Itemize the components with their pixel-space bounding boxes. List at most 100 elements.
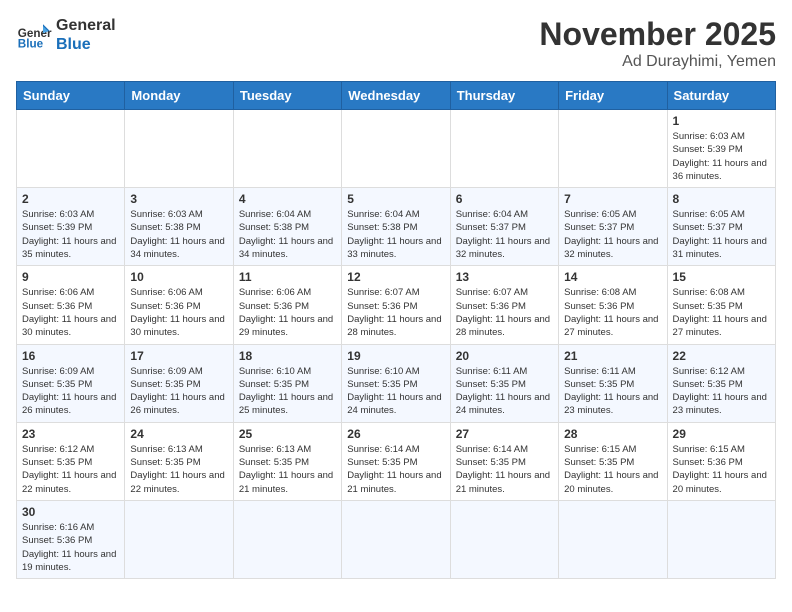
day-number: 23: [22, 427, 119, 441]
calendar-cell: 7 Sunrise: 6:05 AM Sunset: 5:37 PM Daylig…: [559, 188, 667, 266]
calendar-cell: 2 Sunrise: 6:03 AM Sunset: 5:39 PM Daylig…: [17, 188, 125, 266]
day-info: Sunrise: 6:12 AM Sunset: 5:35 PM Dayligh…: [673, 365, 770, 418]
calendar-cell: 21Sunrise: 6:11 AM Sunset: 5:35 PM Dayli…: [559, 344, 667, 422]
day-number: 6: [456, 192, 553, 206]
calendar-cell: 5 Sunrise: 6:04 AM Sunset: 5:38 PM Daylig…: [342, 188, 450, 266]
day-number: 22: [673, 349, 770, 363]
location-title: Ad Durayhimi, Yemen: [539, 53, 776, 71]
day-info: Sunrise: 6:03 AM Sunset: 5:39 PM Dayligh…: [673, 130, 770, 183]
day-number: 5: [347, 192, 444, 206]
calendar-header-row: SundayMondayTuesdayWednesdayThursdayFrid…: [17, 82, 776, 110]
day-number: 28: [564, 427, 661, 441]
day-info: Sunrise: 6:13 AM Sunset: 5:35 PM Dayligh…: [130, 443, 227, 496]
logo-icon: General Blue: [16, 17, 52, 53]
day-info: Sunrise: 6:03 AM Sunset: 5:39 PM Dayligh…: [22, 208, 119, 261]
day-number: 19: [347, 349, 444, 363]
calendar-cell: [125, 110, 233, 188]
logo-general: General: [56, 16, 116, 35]
day-info: Sunrise: 6:05 AM Sunset: 5:37 PM Dayligh…: [564, 208, 661, 261]
column-header-sunday: Sunday: [17, 82, 125, 110]
calendar-cell: [559, 110, 667, 188]
calendar-cell: 22 Sunrise: 6:12 AM Sunset: 5:35 PM Dayli…: [667, 344, 775, 422]
day-info: Sunrise: 6:04 AM Sunset: 5:38 PM Dayligh…: [239, 208, 336, 261]
day-info: Sunrise: 6:09 AM Sunset: 5:35 PM Dayligh…: [22, 365, 119, 418]
day-number: 30: [22, 505, 119, 519]
day-info: Sunrise: 6:15 AM Sunset: 5:35 PM Dayligh…: [564, 443, 661, 496]
calendar-cell: [125, 500, 233, 578]
day-number: 25: [239, 427, 336, 441]
calendar-cell: 16Sunrise: 6:09 AM Sunset: 5:35 PM Dayli…: [17, 344, 125, 422]
day-info: Sunrise: 6:13 AM Sunset: 5:35 PM Dayligh…: [239, 443, 336, 496]
day-number: 10: [130, 270, 227, 284]
day-info: Sunrise: 6:04 AM Sunset: 5:37 PM Dayligh…: [456, 208, 553, 261]
day-info: Sunrise: 6:05 AM Sunset: 5:37 PM Dayligh…: [673, 208, 770, 261]
calendar-cell: [233, 110, 341, 188]
day-info: Sunrise: 6:08 AM Sunset: 5:36 PM Dayligh…: [564, 286, 661, 339]
column-header-saturday: Saturday: [667, 82, 775, 110]
column-header-thursday: Thursday: [450, 82, 558, 110]
day-number: 17: [130, 349, 227, 363]
calendar-cell: 24 Sunrise: 6:13 AM Sunset: 5:35 PM Dayli…: [125, 422, 233, 500]
calendar-cell: [667, 500, 775, 578]
calendar-cell: 19 Sunrise: 6:10 AM Sunset: 5:35 PM Dayli…: [342, 344, 450, 422]
day-info: Sunrise: 6:10 AM Sunset: 5:35 PM Dayligh…: [347, 365, 444, 418]
day-number: 4: [239, 192, 336, 206]
calendar-week-row: 23 Sunrise: 6:12 AM Sunset: 5:35 PM Dayli…: [17, 422, 776, 500]
calendar-cell: [450, 110, 558, 188]
day-number: 24: [130, 427, 227, 441]
day-info: Sunrise: 6:16 AM Sunset: 5:36 PM Dayligh…: [22, 521, 119, 574]
day-number: 11: [239, 270, 336, 284]
column-header-wednesday: Wednesday: [342, 82, 450, 110]
calendar-cell: 29Sunrise: 6:15 AM Sunset: 5:36 PM Dayli…: [667, 422, 775, 500]
day-info: Sunrise: 6:06 AM Sunset: 5:36 PM Dayligh…: [22, 286, 119, 339]
logo-blue: Blue: [56, 35, 116, 54]
calendar-cell: 12Sunrise: 6:07 AM Sunset: 5:36 PM Dayli…: [342, 266, 450, 344]
day-number: 18: [239, 349, 336, 363]
calendar-cell: [342, 500, 450, 578]
svg-text:Blue: Blue: [18, 38, 44, 51]
calendar-week-row: 1 Sunrise: 6:03 AM Sunset: 5:39 PM Daylig…: [17, 110, 776, 188]
day-info: Sunrise: 6:06 AM Sunset: 5:36 PM Dayligh…: [239, 286, 336, 339]
calendar-cell: [342, 110, 450, 188]
page-header: General Blue General Blue November 2025 …: [16, 16, 776, 71]
day-number: 1: [673, 114, 770, 128]
day-info: Sunrise: 6:12 AM Sunset: 5:35 PM Dayligh…: [22, 443, 119, 496]
day-info: Sunrise: 6:11 AM Sunset: 5:35 PM Dayligh…: [564, 365, 661, 418]
calendar-cell: 11 Sunrise: 6:06 AM Sunset: 5:36 PM Dayli…: [233, 266, 341, 344]
day-info: Sunrise: 6:08 AM Sunset: 5:35 PM Dayligh…: [673, 286, 770, 339]
calendar-cell: 4 Sunrise: 6:04 AM Sunset: 5:38 PM Daylig…: [233, 188, 341, 266]
logo: General Blue General Blue: [16, 16, 116, 54]
calendar-cell: 13 Sunrise: 6:07 AM Sunset: 5:36 PM Dayli…: [450, 266, 558, 344]
day-number: 2: [22, 192, 119, 206]
day-number: 13: [456, 270, 553, 284]
calendar-cell: 1 Sunrise: 6:03 AM Sunset: 5:39 PM Daylig…: [667, 110, 775, 188]
calendar-cell: 3Sunrise: 6:03 AM Sunset: 5:38 PM Daylig…: [125, 188, 233, 266]
day-number: 7: [564, 192, 661, 206]
calendar-week-row: 9 Sunrise: 6:06 AM Sunset: 5:36 PM Daylig…: [17, 266, 776, 344]
calendar-cell: 20Sunrise: 6:11 AM Sunset: 5:35 PM Dayli…: [450, 344, 558, 422]
day-info: Sunrise: 6:14 AM Sunset: 5:35 PM Dayligh…: [456, 443, 553, 496]
day-number: 3: [130, 192, 227, 206]
day-number: 12: [347, 270, 444, 284]
calendar-cell: 15 Sunrise: 6:08 AM Sunset: 5:35 PM Dayli…: [667, 266, 775, 344]
calendar-cell: 8Sunrise: 6:05 AM Sunset: 5:37 PM Daylig…: [667, 188, 775, 266]
day-info: Sunrise: 6:07 AM Sunset: 5:36 PM Dayligh…: [456, 286, 553, 339]
day-info: Sunrise: 6:10 AM Sunset: 5:35 PM Dayligh…: [239, 365, 336, 418]
calendar-cell: [233, 500, 341, 578]
calendar-cell: 17 Sunrise: 6:09 AM Sunset: 5:35 PM Dayli…: [125, 344, 233, 422]
day-number: 29: [673, 427, 770, 441]
day-number: 9: [22, 270, 119, 284]
calendar-cell: 25 Sunrise: 6:13 AM Sunset: 5:35 PM Dayli…: [233, 422, 341, 500]
day-info: Sunrise: 6:11 AM Sunset: 5:35 PM Dayligh…: [456, 365, 553, 418]
day-number: 27: [456, 427, 553, 441]
day-info: Sunrise: 6:09 AM Sunset: 5:35 PM Dayligh…: [130, 365, 227, 418]
day-info: Sunrise: 6:04 AM Sunset: 5:38 PM Dayligh…: [347, 208, 444, 261]
calendar-cell: 30 Sunrise: 6:16 AM Sunset: 5:36 PM Dayli…: [17, 500, 125, 578]
calendar-cell: 10Sunrise: 6:06 AM Sunset: 5:36 PM Dayli…: [125, 266, 233, 344]
calendar-cell: 28 Sunrise: 6:15 AM Sunset: 5:35 PM Dayli…: [559, 422, 667, 500]
title-block: November 2025 Ad Durayhimi, Yemen: [539, 16, 776, 71]
calendar-cell: 14Sunrise: 6:08 AM Sunset: 5:36 PM Dayli…: [559, 266, 667, 344]
calendar-week-row: 16Sunrise: 6:09 AM Sunset: 5:35 PM Dayli…: [17, 344, 776, 422]
day-number: 15: [673, 270, 770, 284]
calendar-cell: [450, 500, 558, 578]
